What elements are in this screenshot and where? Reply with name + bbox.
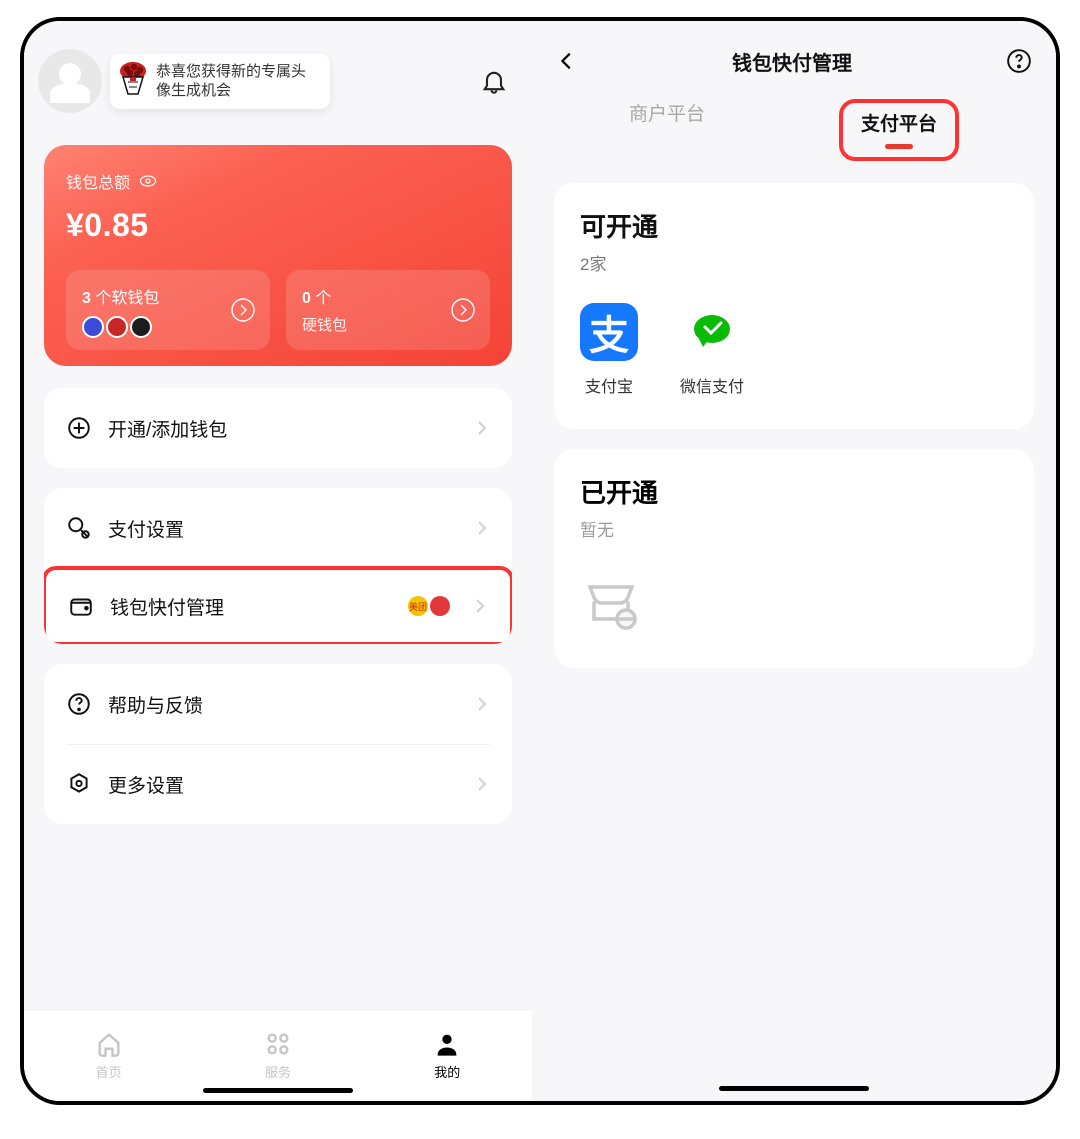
- avatar-promo-text: 恭喜您获得新的专属头像生成机会: [156, 63, 306, 100]
- avatar-promo-bubble[interactable]: 恭喜您获得新的专属头像生成机会: [110, 54, 330, 109]
- bouquet-icon: [116, 60, 150, 96]
- back-icon[interactable]: [556, 50, 578, 72]
- wallet-amount: ¥0.85: [66, 207, 490, 244]
- menu-quickpay-management[interactable]: 钱包快付管理 美团: [44, 566, 512, 644]
- arrow-right-icon: [450, 297, 476, 323]
- chevron-right-icon: [474, 776, 490, 792]
- wallet-card[interactable]: 钱包总额 ¥0.85 3 个软钱包 0 个 硬钱包: [44, 145, 512, 366]
- gear-hex-icon: [66, 771, 92, 797]
- home-indicator: [203, 1088, 353, 1093]
- tab-mine[interactable]: 我的: [433, 1030, 461, 1081]
- tab-home[interactable]: 首页: [95, 1030, 123, 1081]
- chevron-right-icon: [474, 420, 490, 436]
- chevron-right-icon: [474, 696, 490, 712]
- alipay-item[interactable]: 支 支付宝: [580, 303, 638, 397]
- wechat-pay-icon: [683, 303, 741, 361]
- empty-store-icon: [580, 569, 642, 631]
- plus-circle-icon: [66, 415, 92, 441]
- avatar[interactable]: [38, 49, 102, 113]
- tab-payment-platform[interactable]: 支付平台: [839, 99, 959, 161]
- right-panel: 钱包快付管理 商户平台 支付平台 可开通 2家 支 支付宝: [532, 21, 1056, 1101]
- openable-title: 可开通: [580, 207, 1008, 244]
- tab-underline: [885, 144, 913, 149]
- wallet-icon: [68, 593, 94, 619]
- hard-wallet-block[interactable]: 0 个 硬钱包: [286, 270, 490, 350]
- grid-icon: [264, 1030, 292, 1058]
- eye-icon[interactable]: [138, 171, 158, 191]
- quickpay-badges: 美团: [408, 596, 450, 616]
- help-circle-icon[interactable]: [1006, 48, 1032, 74]
- chevron-right-icon: [474, 520, 490, 536]
- help-circle-icon: [66, 691, 92, 717]
- openable-count: 2家: [580, 250, 1008, 275]
- menu-help-feedback[interactable]: 帮助与反馈: [44, 664, 512, 744]
- wallet-balance-label: 钱包总额: [66, 169, 130, 193]
- opened-title: 已开通: [580, 473, 1008, 510]
- menu-payment-settings[interactable]: 支付设置: [44, 488, 512, 568]
- openable-card: 可开通 2家 支 支付宝 微信支付: [554, 183, 1034, 429]
- alipay-icon: 支: [580, 303, 638, 361]
- wechat-pay-item[interactable]: 微信支付: [680, 303, 744, 397]
- opened-none: 暂无: [580, 516, 1008, 541]
- tab-merchant-platform[interactable]: 商户平台: [629, 99, 705, 161]
- person-icon: [433, 1030, 461, 1058]
- home-indicator: [719, 1086, 869, 1091]
- home-icon: [95, 1030, 123, 1058]
- soft-wallet-block[interactable]: 3 个软钱包: [66, 270, 270, 350]
- soft-wallet-logos: [82, 316, 254, 338]
- opened-card: 已开通 暂无: [554, 449, 1034, 668]
- tab-service[interactable]: 服务: [264, 1030, 292, 1081]
- notification-icon[interactable]: [480, 67, 508, 95]
- menu-add-wallet[interactable]: 开通/添加钱包: [44, 388, 512, 468]
- settings-badge-icon: [66, 515, 92, 541]
- arrow-right-icon: [230, 297, 256, 323]
- bottom-tabbar: 首页 服务 我的: [24, 1009, 532, 1101]
- chevron-right-icon: [472, 598, 488, 614]
- left-panel: 恭喜您获得新的专属头像生成机会 钱包总额 ¥0.85 3 个软钱包: [24, 21, 532, 1101]
- menu-more-settings[interactable]: 更多设置: [44, 744, 512, 824]
- page-title: 钱包快付管理: [732, 47, 852, 76]
